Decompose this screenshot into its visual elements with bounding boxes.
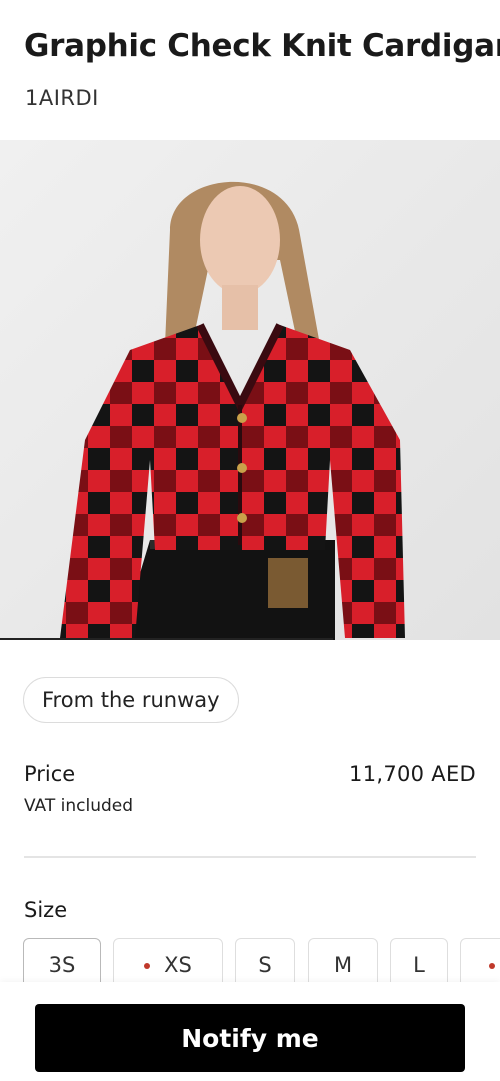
- model-photo: [0, 140, 500, 640]
- size-option-s[interactable]: S: [235, 938, 295, 982]
- product-header: Graphic Check Knit Cardigan 1AIRDI: [0, 0, 500, 140]
- price-label: Price: [24, 762, 76, 786]
- size-option-xs[interactable]: XS: [113, 938, 223, 982]
- runway-tag: From the runway: [23, 677, 239, 723]
- size-selector: 3S XS S M L: [23, 938, 500, 982]
- low-stock-dot: [489, 963, 495, 969]
- size-option-label: XS: [164, 953, 192, 977]
- vat-note: VAT included: [24, 796, 134, 816]
- size-option-label: L: [413, 953, 425, 977]
- product-title: Graphic Check Knit Cardigan: [24, 28, 500, 64]
- product-image[interactable]: [0, 140, 500, 640]
- size-label: Size: [24, 898, 68, 922]
- product-sku: 1AIRDI: [25, 86, 99, 110]
- size-option-partial[interactable]: [460, 938, 500, 982]
- size-option-3s[interactable]: 3S: [23, 938, 101, 982]
- size-option-m[interactable]: M: [308, 938, 378, 982]
- size-option-l[interactable]: L: [390, 938, 448, 982]
- divider: [24, 856, 476, 858]
- low-stock-dot: [144, 963, 151, 969]
- notify-me-button[interactable]: Notify me: [35, 1004, 465, 1072]
- size-option-label: M: [333, 953, 353, 977]
- size-option-label: 3S: [48, 953, 76, 977]
- image-progress-indicator: [0, 638, 333, 640]
- size-option-label: S: [258, 953, 272, 977]
- price-value: 11,700 AED: [349, 762, 476, 786]
